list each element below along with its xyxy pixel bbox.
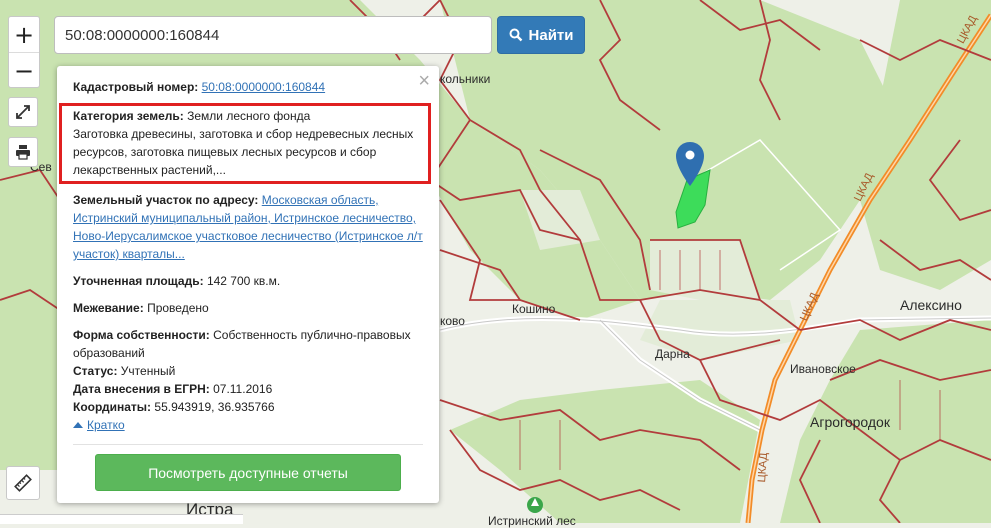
cadastral-search-input[interactable]: [54, 16, 492, 54]
map-label-agrogorodok: Агрогородок: [810, 414, 890, 430]
find-button[interactable]: Найти: [497, 16, 585, 54]
search-icon: [509, 28, 522, 42]
survey-label: Межевание:: [73, 301, 144, 315]
cadastral-number-link[interactable]: 50:08:0000000:160844: [202, 80, 325, 94]
area-label: Уточненная площадь:: [73, 274, 204, 288]
land-category-value: Земли лесного фонда: [187, 109, 311, 123]
map-label-kolniki: кольники: [440, 72, 491, 86]
map-label-istra-forest: Истринский лес: [488, 514, 576, 528]
measure-button[interactable]: [6, 466, 40, 500]
map-label-koshino: Кошино: [512, 302, 556, 316]
close-icon[interactable]: ×: [418, 70, 430, 92]
status-label: Статус:: [73, 364, 118, 378]
land-use-description: Заготовка древесины, заготовка и сбор не…: [73, 127, 414, 177]
land-category-label: Категория земель:: [73, 109, 184, 123]
zoom-out-button[interactable]: −: [9, 52, 39, 88]
map-label-aleksino: Алексино: [900, 297, 962, 313]
find-button-label: Найти: [528, 26, 574, 44]
survey-value: Проведено: [147, 301, 209, 315]
coordinates-label: Координаты:: [73, 400, 152, 414]
collapse-toggle[interactable]: Кратко: [73, 418, 125, 432]
ruler-icon: [14, 474, 32, 492]
cadastral-number-label: Кадастровый номер:: [73, 80, 199, 94]
ownership-label: Форма собственности:: [73, 328, 210, 342]
map-label-darna: Дарна: [655, 347, 690, 361]
zoom-in-button[interactable]: +: [9, 17, 39, 52]
printer-icon: [16, 145, 30, 160]
registry-date-label: Дата внесения в ЕГРН:: [73, 382, 210, 396]
print-button[interactable]: [8, 137, 38, 167]
zoom-controls: + −: [8, 16, 40, 88]
map-label-kovo: ково: [440, 314, 465, 328]
road-label-ckad-4: ЦКАД: [756, 452, 771, 483]
registry-date-value: 07.11.2016: [213, 382, 273, 396]
collapse-toggle-label: Кратко: [87, 418, 125, 432]
fullscreen-button[interactable]: [8, 97, 38, 127]
address-label: Земельный участок по адресу:: [73, 193, 259, 207]
expand-icon: [16, 105, 30, 119]
map-label-ivanovskoe: Ивановское: [790, 362, 856, 376]
view-reports-button[interactable]: Посмотреть доступные отчеты: [95, 454, 401, 491]
park-icon: [527, 497, 543, 513]
area-value: 142 700 кв.м.: [206, 274, 281, 288]
parcel-info-popup: × Кадастровый номер: 50:08:0000000:16084…: [57, 66, 439, 503]
status-value: Учтенный: [120, 364, 176, 378]
caret-up-icon: [73, 422, 83, 428]
coordinates-value: 55.943919, 36.935766: [154, 400, 275, 414]
popup-divider: [73, 444, 423, 445]
